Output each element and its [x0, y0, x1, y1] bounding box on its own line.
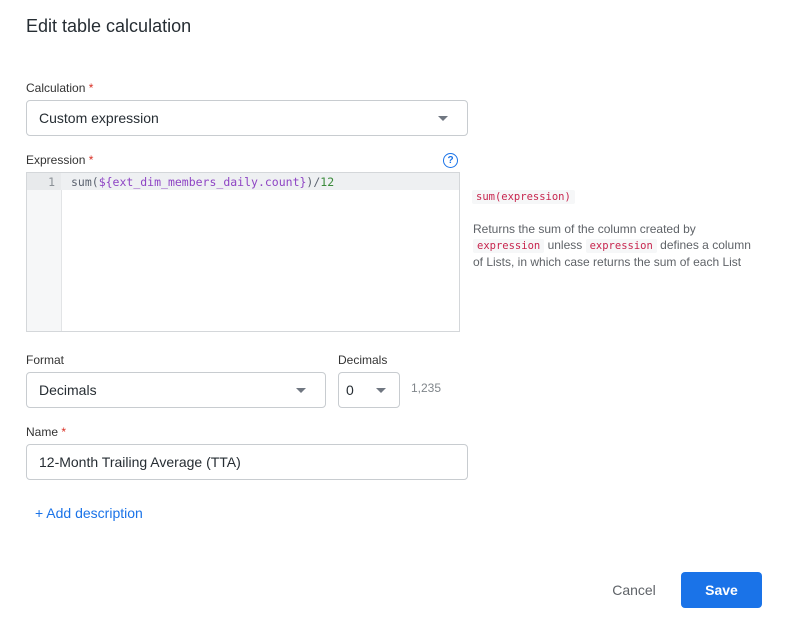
- cancel-button[interactable]: Cancel: [600, 572, 668, 608]
- editor-gutter: [27, 173, 62, 331]
- calculation-select-value: Custom expression: [39, 110, 159, 126]
- help-icon[interactable]: ?: [443, 153, 458, 168]
- line-number: 1: [48, 175, 55, 189]
- expression-label: Expression *: [26, 153, 93, 167]
- desc-arg-code-2: expression: [585, 239, 657, 253]
- chevron-down-icon: [438, 116, 448, 121]
- code-function: sum(: [71, 175, 99, 189]
- calculation-label-text: Calculation: [26, 81, 86, 95]
- code-operator: )/: [306, 175, 321, 189]
- calculation-select[interactable]: Custom expression: [26, 100, 468, 136]
- add-description-link[interactable]: + Add description: [35, 505, 143, 521]
- decimals-select-value: 0: [346, 382, 354, 398]
- chevron-down-icon: [376, 388, 386, 393]
- format-select-value: Decimals: [39, 382, 97, 398]
- chevron-down-icon: [296, 388, 306, 393]
- required-mark: *: [88, 153, 94, 167]
- desc-text-1: Returns the sum of the column created by: [473, 222, 696, 236]
- desc-arg-code: expression: [473, 239, 545, 253]
- desc-text-2: unless: [547, 238, 583, 252]
- decimals-preview: 1,235: [411, 381, 442, 395]
- name-input[interactable]: 12-Month Trailing Average (TTA): [26, 444, 468, 480]
- expression-editor[interactable]: 1 sum(${ext_dim_members_daily.count})/12: [26, 172, 460, 332]
- signature-code: sum(expression): [472, 190, 575, 204]
- calculation-label: Calculation *: [26, 81, 93, 95]
- required-mark: *: [88, 81, 94, 95]
- function-description: Returns the sum of the column created by…: [473, 221, 763, 270]
- format-select[interactable]: Decimals: [26, 372, 326, 408]
- decimals-select[interactable]: 0: [338, 372, 400, 408]
- decimals-label: Decimals: [338, 353, 388, 367]
- dialog-title: Edit table calculation: [26, 16, 192, 36]
- code-field-reference: ${ext_dim_members_daily.count}: [98, 175, 307, 189]
- name-input-value: 12-Month Trailing Average (TTA): [39, 454, 241, 470]
- name-label: Name *: [26, 425, 66, 439]
- expression-code[interactable]: sum(${ext_dim_members_daily.count})/12: [71, 175, 334, 189]
- expression-label-text: Expression: [26, 153, 86, 167]
- format-label: Format: [26, 353, 65, 367]
- required-mark: *: [61, 425, 67, 439]
- save-button[interactable]: Save: [681, 572, 762, 608]
- name-label-text: Name: [26, 425, 59, 439]
- code-number: 12: [320, 175, 335, 189]
- function-signature: sum(expression): [472, 187, 575, 205]
